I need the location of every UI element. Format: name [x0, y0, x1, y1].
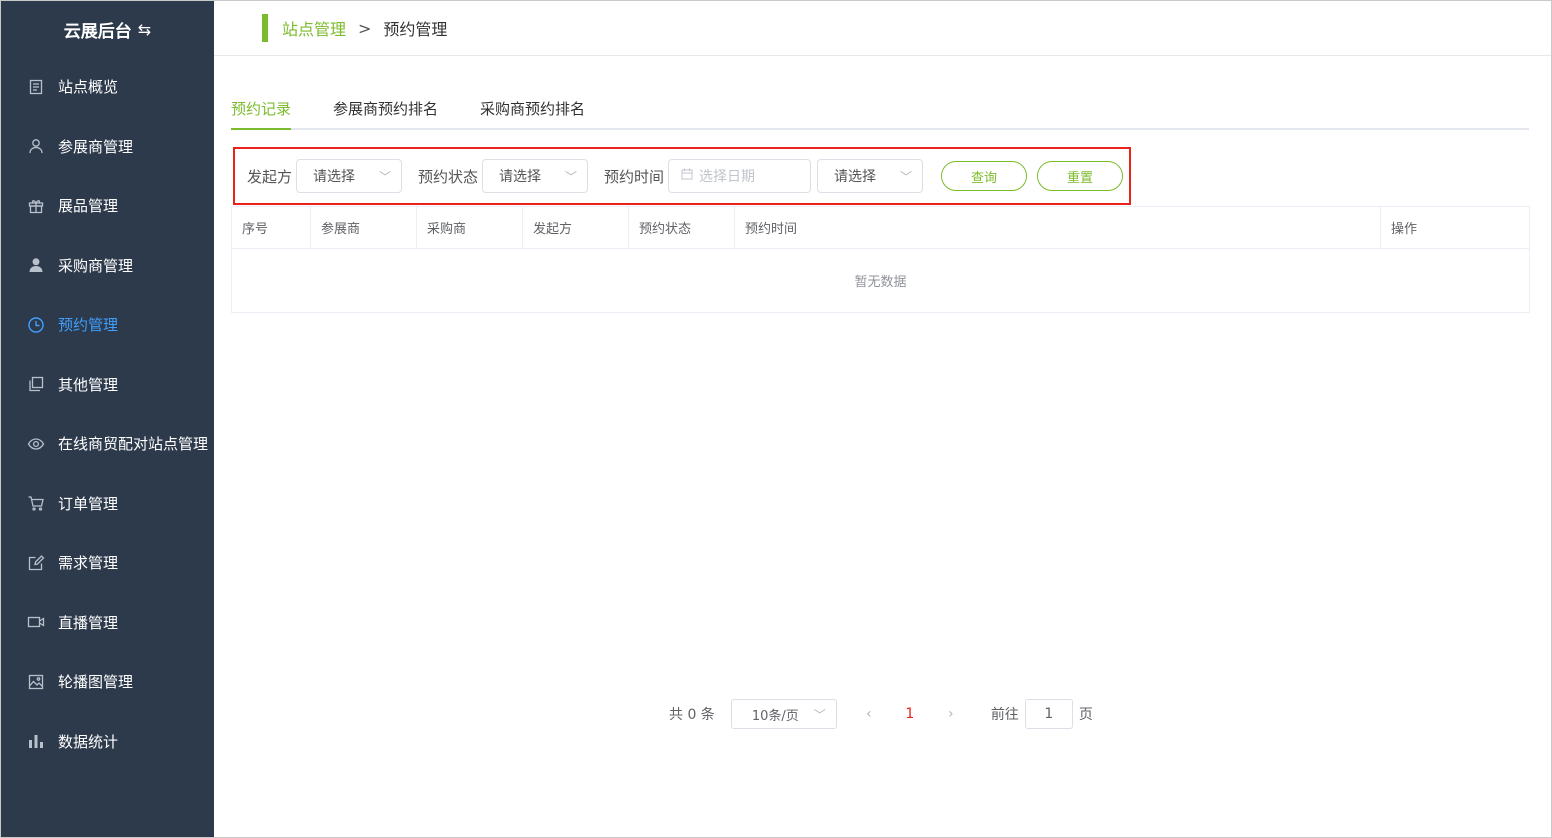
initiator-select[interactable]: 请选择 ﹀	[296, 159, 403, 193]
table-empty-text: 暂无数据	[854, 275, 907, 290]
filter-bar: 发起方 请选择 ﹀ 预约状态 请选择 ﹀ 预约时间 选择日期 请选择 ﹀ 查询	[233, 147, 1131, 205]
sidebar-item-label: 其他管理	[58, 375, 119, 394]
sidebar: 云展后台 ⇆ 站点概览 参展商管理 展品管理 采购商管理 预约管理 其他管理 在…	[1, 1, 214, 837]
page-size-select[interactable]: 10条/页 ﹀	[730, 699, 837, 729]
goto-label: 前往	[990, 707, 1019, 723]
user-solid-icon	[27, 256, 45, 274]
chevron-down-icon: ﹀	[900, 169, 913, 184]
edit-icon	[27, 554, 45, 572]
eye-icon	[27, 435, 45, 453]
video-icon	[27, 613, 45, 631]
sidebar-item-demands[interactable]: 需求管理	[1, 533, 214, 593]
sidebar-item-statistics[interactable]: 数据统计	[1, 712, 214, 772]
tab-buyer-ranking[interactable]: 采购商预约排名	[480, 89, 585, 128]
chevron-down-icon: ﹀	[565, 169, 578, 184]
column-header-buyer: 采购商	[417, 207, 523, 248]
sidebar-item-label: 直播管理	[58, 613, 119, 632]
sidebar-item-exhibitors[interactable]: 参展商管理	[1, 117, 214, 177]
time-select-value: 请选择	[834, 169, 877, 185]
sidebar-item-other[interactable]: 其他管理	[1, 355, 214, 415]
status-label: 预约状态	[418, 167, 479, 186]
table-header: 序号 参展商 采购商 发起方 预约状态 预约时间 操作	[232, 207, 1529, 249]
tab-appointment-records[interactable]: 预约记录	[231, 89, 292, 130]
picture-icon	[27, 673, 45, 691]
sidebar-item-matchmaking[interactable]: 在线商贸配对站点管理	[1, 414, 214, 474]
appointments-table: 序号 参展商 采购商 发起方 预约状态 预约时间 操作 暂无数据	[231, 206, 1530, 313]
initiator-select-value: 请选择	[313, 169, 356, 185]
next-page-icon[interactable]: ›	[941, 706, 961, 722]
reset-button[interactable]: 重置	[1037, 161, 1124, 191]
pagination: 共 0 条 10条/页 ﹀ ‹ 1 › 前往 1 页	[669, 699, 1093, 729]
column-header-time: 预约时间	[735, 207, 1381, 248]
breadcrumb-accent-bar	[262, 14, 268, 42]
tab-bar: 预约记录 参展商预约排名 采购商预约排名	[231, 89, 1529, 130]
date-picker-placeholder: 选择日期	[699, 169, 756, 185]
column-header-actions: 操作	[1391, 222, 1418, 237]
user-outline-icon	[27, 137, 45, 155]
current-page-number[interactable]: 1	[879, 706, 941, 722]
tab-exhibitor-ranking[interactable]: 参展商预约排名	[333, 89, 438, 128]
sidebar-item-label: 在线商贸配对站点管理	[58, 435, 209, 454]
gift-icon	[27, 197, 45, 215]
goto-page-input[interactable]: 1	[1024, 699, 1073, 729]
copy-icon	[27, 375, 45, 393]
cart-icon	[27, 494, 45, 512]
sidebar-item-label: 预约管理	[58, 316, 119, 335]
chevron-down-icon: ﹀	[379, 169, 392, 184]
status-select[interactable]: 请选择 ﹀	[482, 159, 589, 193]
swap-icon[interactable]: ⇆	[138, 20, 151, 39]
column-header-initiator: 发起方	[523, 207, 629, 248]
date-picker-input[interactable]: 选择日期	[668, 159, 812, 193]
breadcrumb-current: 预约管理	[383, 20, 448, 39]
sidebar-item-live[interactable]: 直播管理	[1, 593, 214, 653]
app-window: 云展后台 ⇆ 站点概览 参展商管理 展品管理 采购商管理 预约管理 其他管理 在…	[0, 0, 1552, 838]
sidebar-item-label: 需求管理	[58, 554, 119, 573]
sidebar-item-label: 参展商管理	[58, 137, 134, 156]
chevron-down-icon: ﹀	[813, 707, 826, 722]
clock-icon	[27, 316, 45, 334]
column-header-index: 序号	[232, 207, 311, 248]
sidebar-menu: 站点概览 参展商管理 展品管理 采购商管理 预约管理 其他管理 在线商贸配对站点…	[1, 57, 214, 771]
bar-chart-icon	[27, 732, 45, 750]
page-size-value: 10条/页	[751, 708, 799, 724]
brand-title: 云展后台	[63, 21, 132, 42]
breadcrumb: 站点管理 > 预约管理	[214, 1, 1551, 56]
sidebar-item-label: 数据统计	[58, 732, 119, 751]
initiator-label: 发起方	[247, 167, 293, 186]
sidebar-item-label: 展品管理	[58, 197, 119, 216]
sidebar-item-orders[interactable]: 订单管理	[1, 474, 214, 534]
column-header-exhibitor: 参展商	[311, 207, 417, 248]
sidebar-item-appointments[interactable]: 预约管理	[1, 295, 214, 355]
time-select[interactable]: 请选择 ﹀	[817, 159, 924, 193]
brand: 云展后台 ⇆	[1, 1, 214, 57]
sidebar-item-label: 站点概览	[58, 78, 119, 97]
status-select-value: 请选择	[499, 169, 542, 185]
pagination-total: 共 0 条	[669, 707, 715, 723]
column-header-status: 预约状态	[629, 207, 735, 248]
breadcrumb-separator: >	[358, 18, 372, 38]
sidebar-item-label: 采购商管理	[58, 256, 134, 275]
sidebar-item-buyers[interactable]: 采购商管理	[1, 236, 214, 296]
page-suffix: 页	[1078, 707, 1093, 723]
sidebar-item-exhibits[interactable]: 展品管理	[1, 176, 214, 236]
query-button[interactable]: 查询	[941, 161, 1028, 191]
sidebar-item-carousel[interactable]: 轮播图管理	[1, 652, 214, 712]
document-icon	[27, 78, 45, 96]
calendar-icon	[681, 168, 693, 184]
prev-page-icon[interactable]: ‹	[859, 706, 879, 722]
time-label: 预约时间	[604, 167, 665, 186]
breadcrumb-site-management[interactable]: 站点管理	[282, 16, 346, 40]
sidebar-item-overview[interactable]: 站点概览	[1, 57, 214, 117]
main-content: 站点管理 > 预约管理 预约记录 参展商预约排名 采购商预约排名 发起方 请选择…	[214, 1, 1551, 837]
sidebar-item-label: 轮播图管理	[58, 673, 134, 692]
sidebar-item-label: 订单管理	[58, 494, 119, 513]
